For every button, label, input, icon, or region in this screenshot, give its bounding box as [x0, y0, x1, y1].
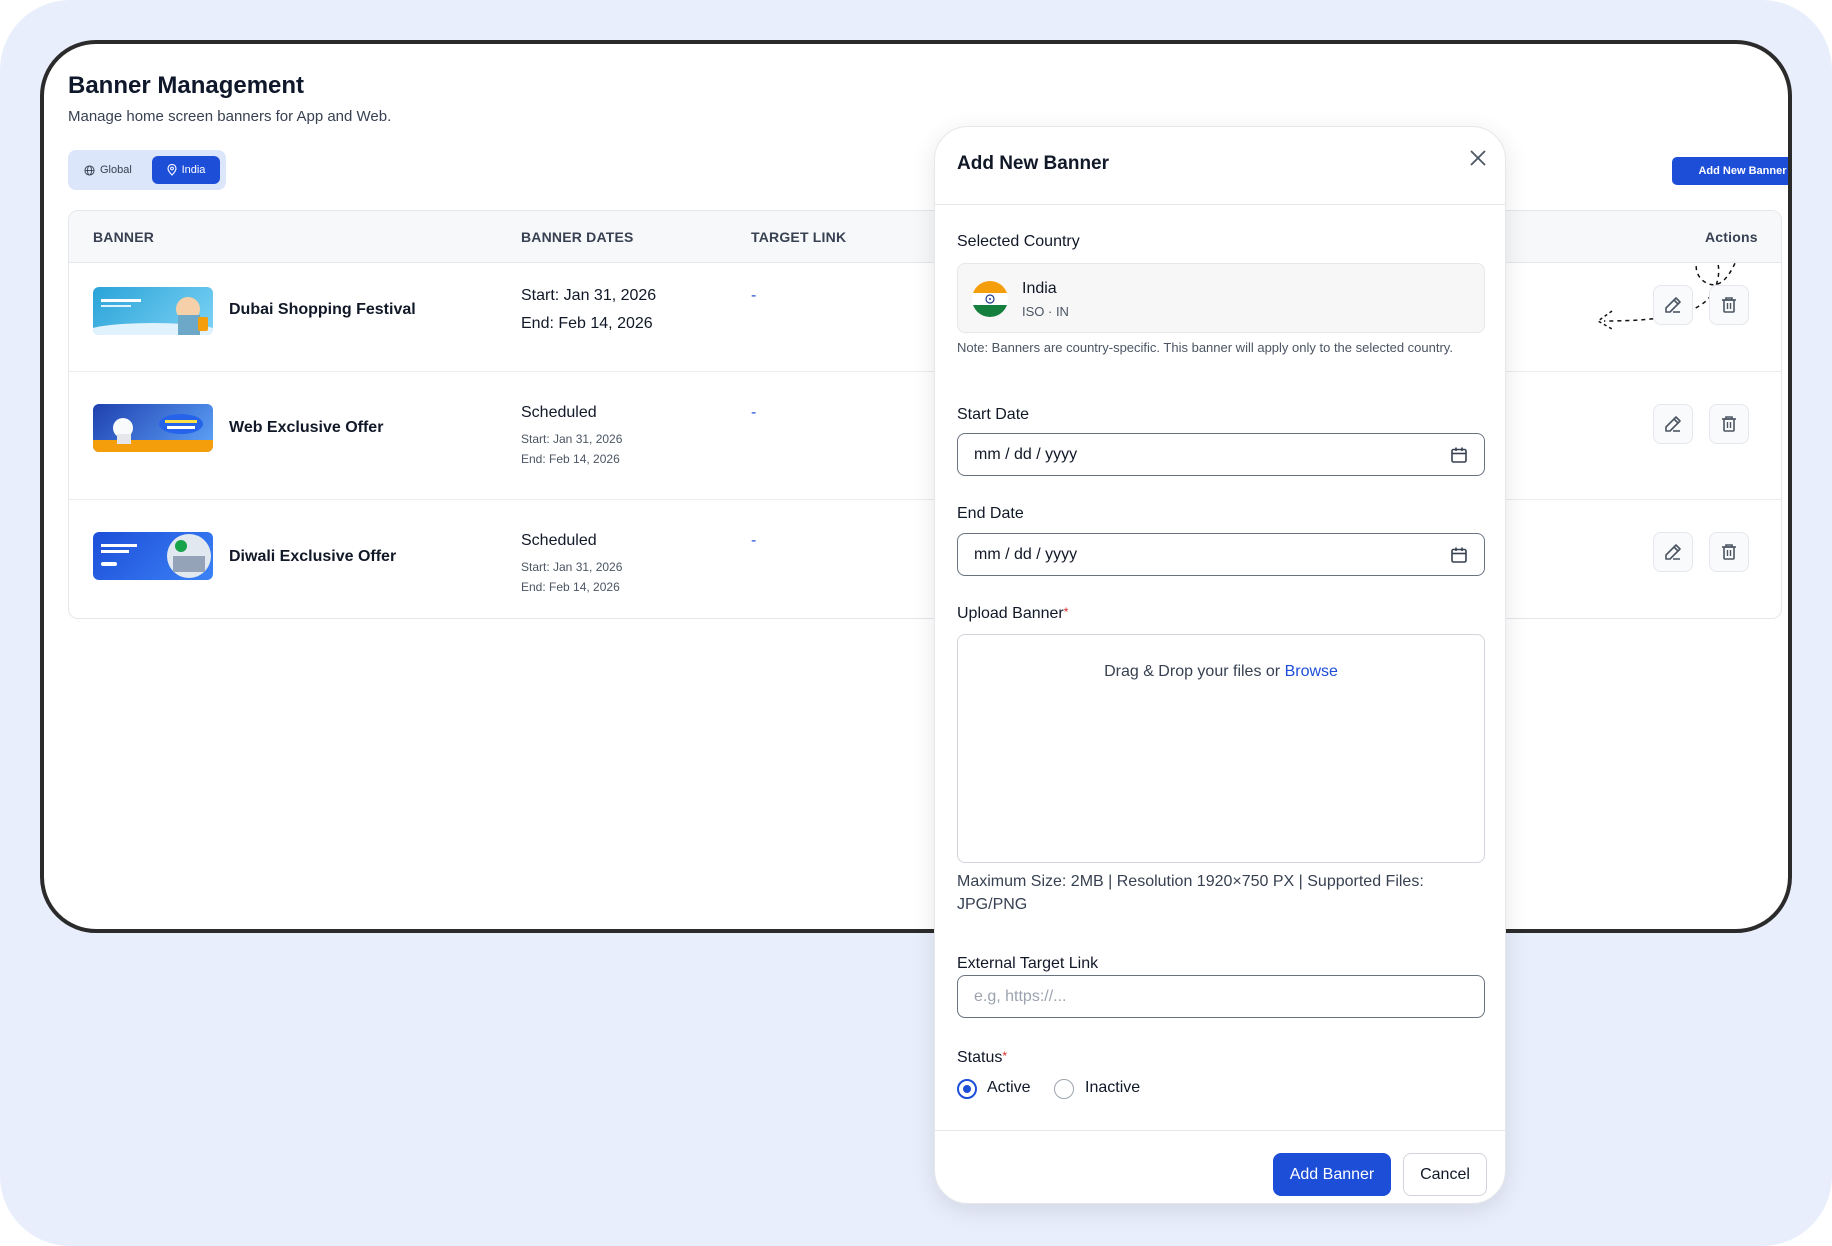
- toggle-global-label: Global: [100, 164, 132, 176]
- upload-banner-label: Upload Banner*: [957, 605, 1068, 623]
- modal-title: Add New Banner: [957, 153, 1110, 174]
- add-banner-button[interactable]: Add Banner: [1273, 1153, 1391, 1196]
- trash-icon: [1722, 544, 1736, 560]
- trash-icon: [1722, 297, 1736, 313]
- delete-button[interactable]: [1709, 285, 1749, 325]
- pencil-icon: [1665, 297, 1681, 313]
- end-date-input[interactable]: mm / dd / yyyy: [957, 533, 1485, 576]
- toggle-global[interactable]: Global: [74, 156, 142, 184]
- end-date-value: mm / dd / yyyy: [974, 545, 1078, 563]
- status-active-label[interactable]: Active: [987, 1079, 1031, 1097]
- edit-button[interactable]: [1653, 285, 1693, 325]
- toggle-india[interactable]: India: [152, 156, 220, 184]
- delete-button[interactable]: [1709, 532, 1749, 572]
- banner-start-date: Start: Jan 31, 2026: [521, 432, 623, 446]
- region-toggle: Global India: [68, 150, 226, 190]
- trash-icon: [1722, 416, 1736, 432]
- banner-end-date: End: Feb 14, 2026: [521, 315, 653, 332]
- table-row: Dubai Shopping Festival Start: Jan 31, 2…: [69, 263, 1781, 372]
- edit-button[interactable]: [1653, 404, 1693, 444]
- column-header-banner: BANNER: [93, 229, 155, 245]
- start-date-value: mm / dd / yyyy: [974, 445, 1078, 463]
- country-name: India: [1022, 280, 1057, 297]
- banner-end-date: End: Feb 14, 2026: [521, 452, 620, 466]
- close-button[interactable]: [1465, 145, 1491, 171]
- banner-status: Scheduled: [521, 404, 597, 421]
- required-asterisk: *: [1002, 1049, 1008, 1063]
- toggle-india-label: India: [181, 164, 206, 176]
- add-new-banner-button[interactable]: Add New Banner: [1672, 157, 1788, 185]
- modal-header-divider: [935, 204, 1505, 205]
- status-active-radio[interactable]: [957, 1079, 977, 1099]
- add-banner-modal: Add New Banner Selected Country India IS…: [934, 126, 1506, 1204]
- globe-icon: [84, 164, 95, 176]
- cancel-button[interactable]: Cancel: [1403, 1153, 1487, 1196]
- status-inactive-label[interactable]: Inactive: [1085, 1079, 1140, 1097]
- selected-country-label: Selected Country: [957, 233, 1080, 250]
- banner-table: BANNER BANNER DATES TARGET LINK Actions …: [68, 210, 1782, 619]
- table-row: Diwali Exclusive Offer Scheduled Start: …: [69, 500, 1781, 618]
- banner-start-date: Start: Jan 31, 2026: [521, 560, 623, 574]
- calendar-icon[interactable]: [1450, 446, 1468, 464]
- target-link-placeholder: e.g, https://...: [974, 987, 1067, 1005]
- pencil-icon: [1665, 544, 1681, 560]
- target-link-label: External Target Link: [957, 955, 1099, 972]
- column-header-target-link: TARGET LINK: [751, 229, 847, 245]
- column-header-banner-dates: BANNER DATES: [521, 229, 634, 245]
- banner-name: Diwali Exclusive Offer: [229, 548, 397, 565]
- edit-button[interactable]: [1653, 532, 1693, 572]
- upload-banner-label-text: Upload Banner: [957, 605, 1064, 622]
- dropzone-text: Drag & Drop your files or Browse: [958, 663, 1484, 681]
- end-date-label: End Date: [957, 505, 1024, 522]
- banner-name: Web Exclusive Offer: [229, 419, 384, 436]
- banner-end-date: End: Feb 14, 2026: [521, 580, 620, 594]
- page-subtitle: Manage home screen banners for App and W…: [68, 108, 392, 125]
- banner-status: Scheduled: [521, 532, 597, 549]
- dropzone-instruction: Drag & Drop your files or: [1104, 663, 1281, 680]
- banner-name: Dubai Shopping Festival: [229, 301, 416, 318]
- column-header-actions: Actions: [1705, 229, 1758, 245]
- pencil-icon: [1665, 416, 1681, 432]
- start-date-input[interactable]: mm / dd / yyyy: [957, 433, 1485, 476]
- table-header: BANNER BANNER DATES TARGET LINK Actions: [69, 211, 1781, 263]
- banner-thumbnail-diwali: [93, 532, 213, 580]
- selected-country-card: India ISO · IN: [957, 263, 1485, 333]
- location-pin-icon: [167, 164, 177, 176]
- table-row: Web Exclusive Offer Scheduled Start: Jan…: [69, 372, 1781, 500]
- delete-button[interactable]: [1709, 404, 1749, 444]
- banner-thumbnail-web-offer: [93, 404, 213, 452]
- target-link-input[interactable]: e.g, https://...: [957, 975, 1485, 1018]
- target-link-value[interactable]: -: [751, 532, 756, 550]
- required-asterisk: *: [1063, 605, 1069, 619]
- status-label: Status*: [957, 1049, 1007, 1067]
- close-icon: [1470, 150, 1486, 166]
- banner-thumbnail-dubai: [93, 287, 213, 335]
- country-iso: ISO · IN: [1022, 304, 1069, 319]
- india-flag-icon: [972, 281, 1008, 317]
- banner-start-date: Start: Jan 31, 2026: [521, 287, 657, 304]
- target-link-value[interactable]: -: [751, 287, 756, 305]
- modal-footer-divider: [935, 1130, 1505, 1131]
- upload-dropzone[interactable]: Drag & Drop your files or Browse: [957, 634, 1485, 863]
- app-window: Banner Management Manage home screen ban…: [40, 40, 1792, 933]
- country-note: Note: Banners are country-specific. This…: [957, 340, 1453, 355]
- calendar-icon[interactable]: [1450, 546, 1468, 564]
- browse-link[interactable]: Browse: [1285, 663, 1338, 680]
- page-title: Banner Management: [68, 72, 305, 99]
- target-link-value[interactable]: -: [751, 404, 756, 422]
- status-inactive-radio[interactable]: [1054, 1079, 1074, 1099]
- start-date-label: Start Date: [957, 406, 1030, 423]
- upload-hint: Maximum Size: 2MB | Resolution 1920×750 …: [957, 873, 1424, 913]
- status-label-text: Status: [957, 1049, 1003, 1066]
